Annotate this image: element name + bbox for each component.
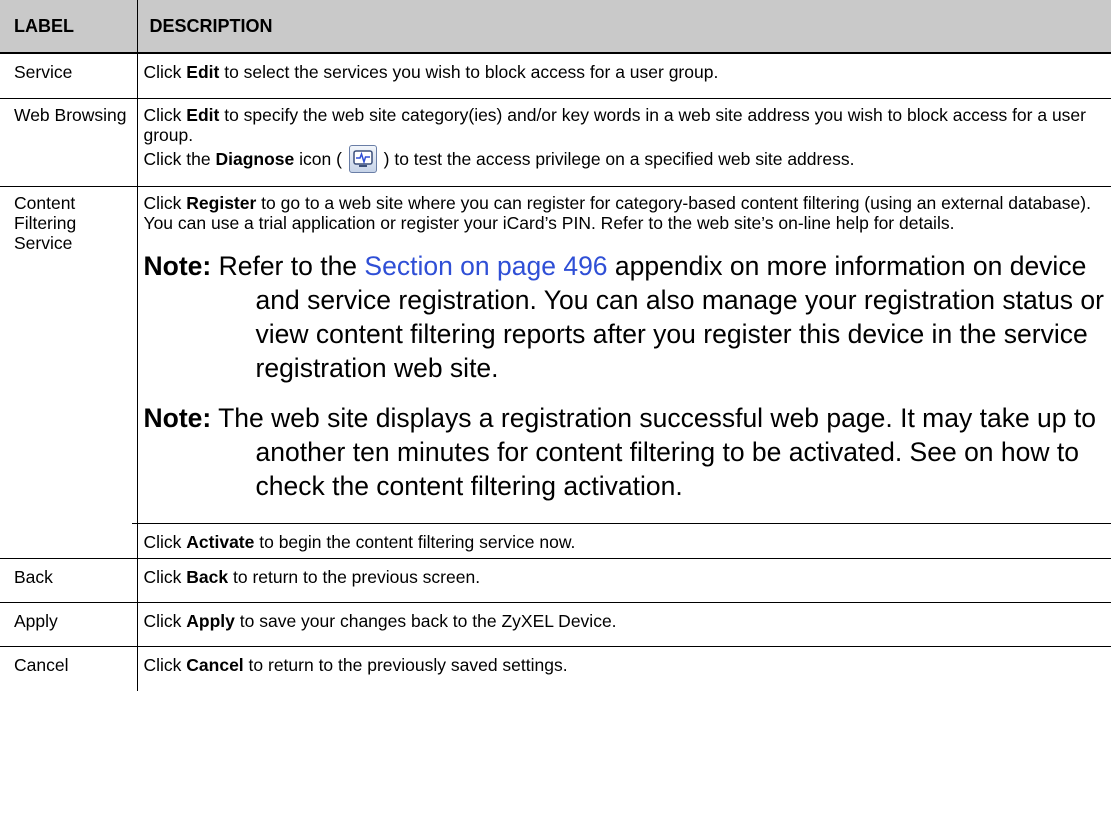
activate-paragraph: Click Activate to begin the content filt… — [131, 523, 1111, 558]
diagnose-icon — [348, 145, 377, 173]
table-row: Content Filtering Service Click Register t… — [0, 186, 1111, 559]
header-description: DESCRIPTION — [136, 0, 1111, 54]
edit-term: Edit — [186, 62, 220, 82]
back-term: Back — [186, 567, 229, 587]
register-term: Register — [186, 193, 257, 213]
web-browsing-paragraph-1: Click Edit to specify the web site categ… — [143, 105, 1087, 145]
section-link[interactable]: Section on page 496 — [364, 251, 607, 281]
activate-term: Activate — [186, 532, 255, 552]
note-registration: Note: Refer to the Section on page 496 a… — [143, 251, 1104, 383]
row-label-service: Service — [0, 52, 138, 99]
register-paragraph: Click Register to go to a web site where… — [143, 193, 1091, 233]
row-label-back: Back — [0, 558, 138, 603]
table-row: Service Click Edit to select the service… — [0, 52, 1111, 99]
table-row: Back Click Back to return to the previou… — [0, 558, 1111, 603]
row-description-apply: Click Apply to save your changes back to… — [136, 602, 1111, 647]
row-description-cancel: Click Cancel to return to the previously… — [136, 646, 1111, 691]
table-row: Cancel Click Cancel to return to the pre… — [0, 646, 1111, 691]
row-label-content-filtering-service: Content Filtering Service — [0, 186, 138, 559]
row-description-content-filtering-service: Click Register to go to a web site where… — [131, 186, 1111, 559]
row-label-apply: Apply — [0, 602, 138, 647]
table-row: Web Browsing Click Edit to specify the w… — [0, 98, 1111, 187]
note-activation: Note: The web site displays a registrati… — [143, 403, 1097, 501]
apply-term: Apply — [186, 611, 235, 631]
row-label-cancel: Cancel — [0, 646, 138, 691]
table-header-row: LABEL DESCRIPTION — [0, 0, 1111, 54]
row-description-back: Click Back to return to the previous scr… — [136, 558, 1111, 603]
row-description-service: Click Edit to select the services you wi… — [136, 52, 1111, 99]
label-description-table: LABEL DESCRIPTION Service Click Edit to … — [0, 0, 1111, 691]
edit-term: Edit — [186, 105, 220, 125]
header-label: LABEL — [0, 0, 138, 54]
row-description-web-browsing: Click Edit to specify the web site categ… — [136, 98, 1111, 187]
web-browsing-paragraph-2: Click the Diagnose icon ( ) to test the … — [144, 145, 1106, 173]
table-row: Apply Click Apply to save your changes b… — [0, 602, 1111, 647]
row-label-web-browsing: Web Browsing — [0, 98, 138, 187]
cancel-term: Cancel — [186, 655, 244, 675]
diagnose-term: Diagnose — [215, 149, 295, 169]
